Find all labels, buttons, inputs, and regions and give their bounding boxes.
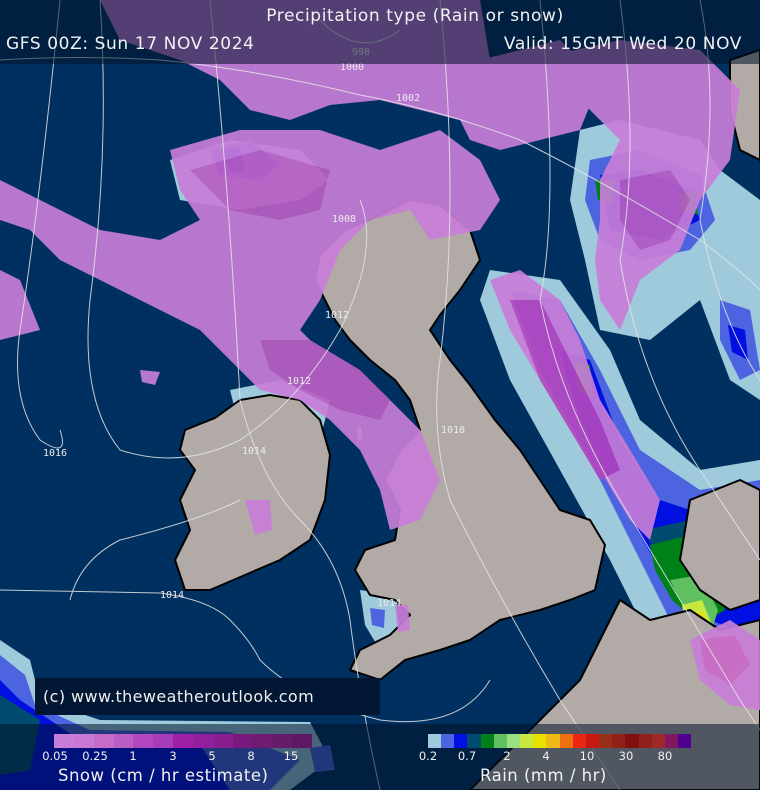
- rain-legend-tick: 2: [503, 749, 511, 763]
- rain-legend-swatch: [533, 734, 547, 748]
- rain-legend-tick: 0.7: [457, 749, 477, 763]
- model-run-label: GFS 00Z: Sun 17 NOV 2024: [6, 34, 255, 54]
- map-title: Precipitation type (Rain or snow): [266, 6, 564, 26]
- rain-legend-swatch: [493, 734, 507, 748]
- rain-legend-swatch: [480, 734, 494, 748]
- snow-legend-swatch: [54, 734, 74, 748]
- isobar-label: 1012: [287, 376, 311, 387]
- rain-legend-swatch: [559, 734, 573, 748]
- snow-legend-tick: 0.05: [42, 749, 68, 763]
- rain-legend-tick: 10: [579, 749, 595, 763]
- precipitation-map: 998 1000 1002 1008 1012 1012 1014 1010 1…: [0, 0, 760, 790]
- rain-legend-swatch: [546, 734, 560, 748]
- rain-legend-swatch: [467, 734, 481, 748]
- rain-legend-swatch: [572, 734, 586, 748]
- snow-legend-swatch: [252, 734, 273, 748]
- rain-legend-tick: 4: [542, 749, 550, 763]
- isobar-label: 1010: [441, 425, 465, 436]
- rain-legend-tick: 80: [657, 749, 673, 763]
- snow-legend-tick: 8: [247, 749, 255, 763]
- rain-legend-swatch: [599, 734, 613, 748]
- rain-legend-swatch: [677, 734, 692, 748]
- rain-legend-swatch: [520, 734, 534, 748]
- isobar-label: 1014: [160, 590, 184, 601]
- snow-legend-swatch: [173, 734, 193, 748]
- rain-legend-swatch: [585, 734, 600, 748]
- snow-legend-tick: 0.25: [82, 749, 108, 763]
- isobar-label: 1008: [332, 214, 356, 225]
- snow-legend-colorbar: [54, 734, 312, 748]
- rain-legend-swatch: [506, 734, 521, 748]
- valid-time-label: Valid: 15GMT Wed 20 NOV: [503, 34, 742, 54]
- snow-legend-swatch: [212, 734, 233, 748]
- snow-legend-tick: 1: [129, 749, 137, 763]
- isobar-label: 1014: [242, 446, 266, 457]
- snow-legend-swatch: [93, 734, 114, 748]
- rain-legend-swatch: [651, 734, 665, 748]
- rain-legend-swatch: [454, 734, 468, 748]
- snow-legend-tick: 3: [169, 749, 177, 763]
- rain-legend-swatch: [625, 734, 639, 748]
- rain-legend-swatch: [638, 734, 652, 748]
- rain-legend-title: Rain (mm / hr): [480, 766, 607, 785]
- snow-legend-title: Snow (cm / hr estimate): [58, 766, 269, 785]
- snow-legend-tick: 15: [283, 749, 299, 763]
- snow-legend-tick: 5: [208, 749, 216, 763]
- isobar-label: 1002: [396, 93, 420, 104]
- snow-legend-swatch: [153, 734, 174, 748]
- snow-legend-swatch: [133, 734, 154, 748]
- rain-legend-swatch: [612, 734, 626, 748]
- snow-legend-swatch: [232, 734, 253, 748]
- rain-legend-colorbar: [428, 734, 692, 748]
- rain-legend-tick: 30: [618, 749, 634, 763]
- rain-area: [370, 608, 385, 628]
- isobar-label: 1012: [325, 310, 349, 321]
- rain-legend-swatch: [441, 734, 455, 748]
- snow-legend-swatch: [272, 734, 293, 748]
- rain-legend-tick: 0.2: [418, 749, 438, 763]
- isobar-label: 1014: [377, 598, 401, 609]
- rain-legend-swatch: [428, 734, 442, 748]
- snow-legend-swatch: [292, 734, 312, 748]
- snow-legend-swatch: [73, 734, 94, 748]
- copyright-notice: (c) www.theweatheroutlook.com: [35, 678, 380, 715]
- snow-legend-swatch: [192, 734, 213, 748]
- isobar-label: 1016: [43, 448, 67, 459]
- snow-legend-swatch: [113, 734, 134, 748]
- rain-legend-swatch: [664, 734, 678, 748]
